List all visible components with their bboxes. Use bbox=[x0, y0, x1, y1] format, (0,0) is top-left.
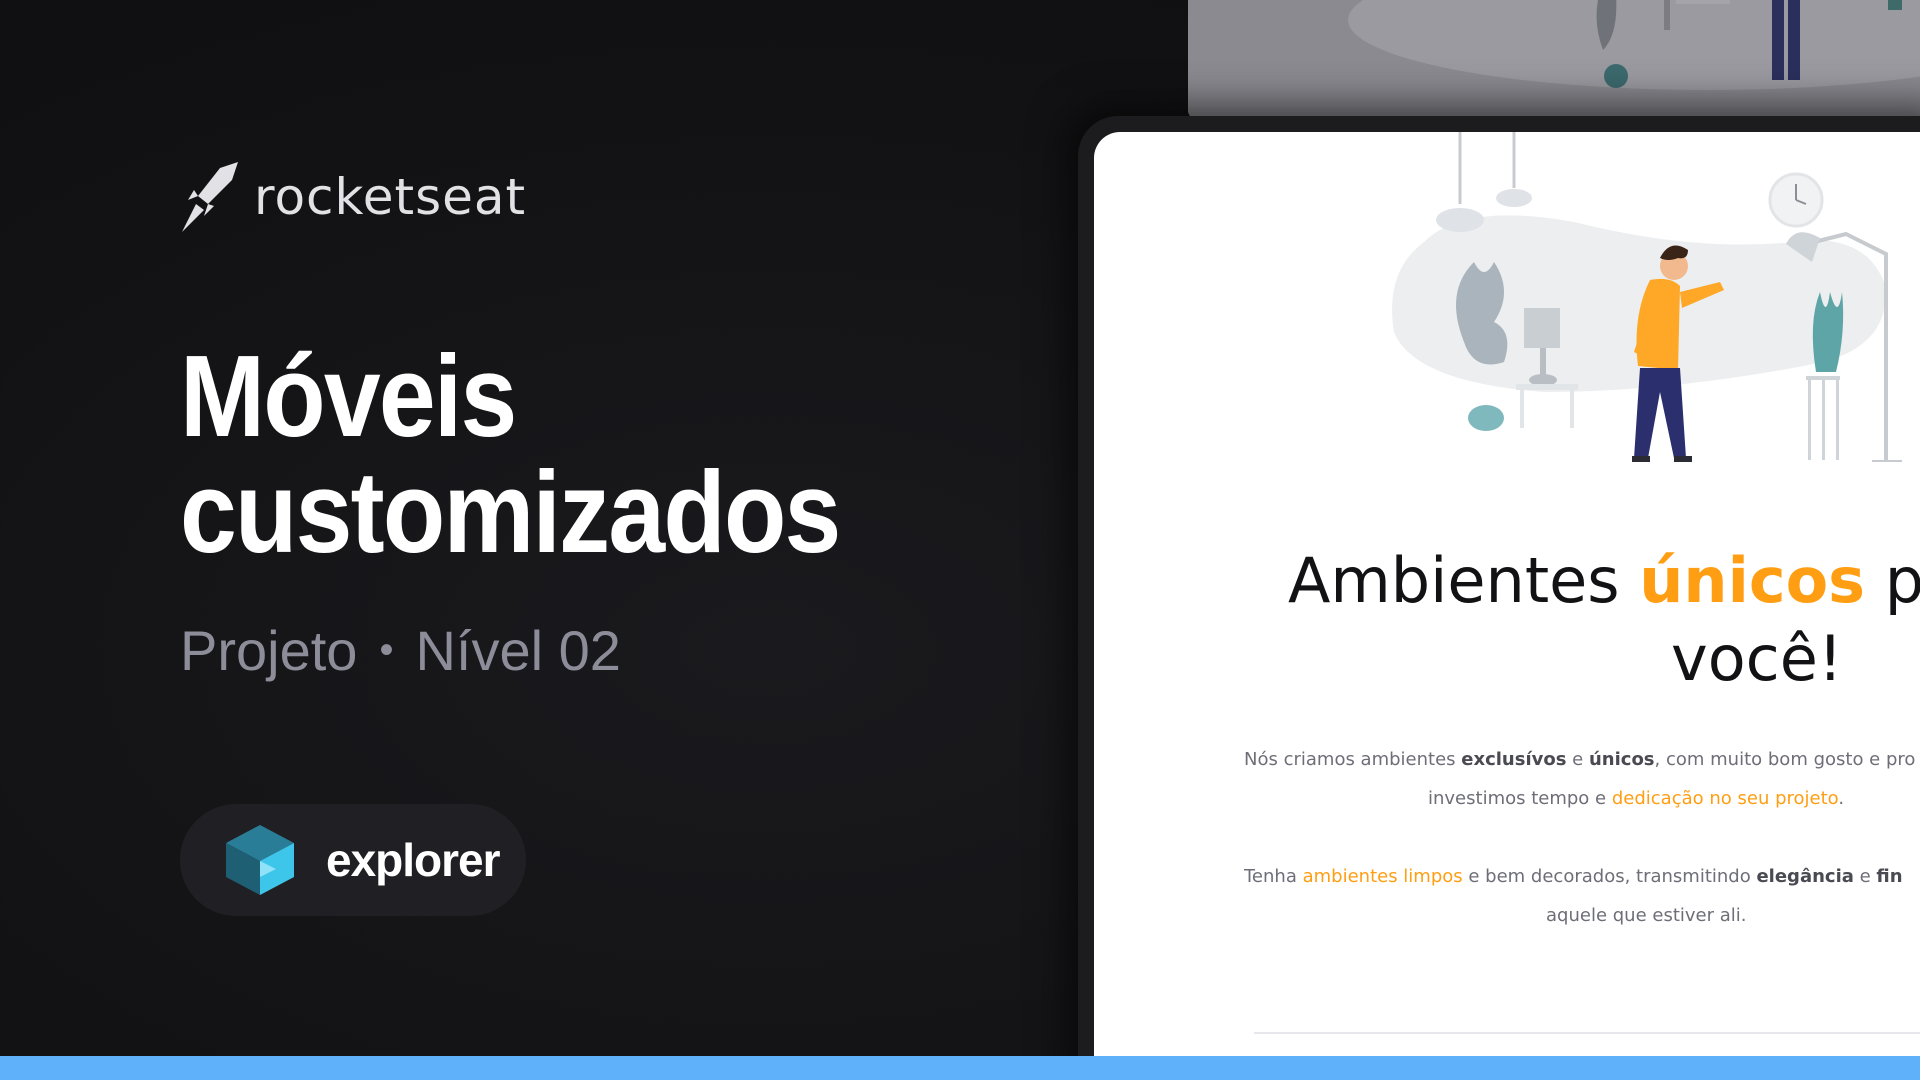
p1-text: . bbox=[1838, 788, 1845, 809]
page-title: Móveis customizados bbox=[180, 331, 841, 577]
p2-line-2: aquele que estiver ali. bbox=[1546, 905, 1747, 926]
p1-text: investimos tempo e bbox=[1428, 788, 1612, 809]
title-line-1: Móveis bbox=[180, 331, 517, 461]
back-illustration bbox=[1188, 0, 1920, 120]
bottom-accent-bar bbox=[0, 1056, 1920, 1080]
subtitle-project: Projeto bbox=[180, 619, 358, 682]
living-room-illustration bbox=[1392, 132, 1902, 462]
p2-highlight: ambientes limpos bbox=[1302, 866, 1463, 887]
headline-line-2: você! bbox=[1671, 622, 1843, 695]
p1-highlight: dedicação no seu projeto bbox=[1611, 788, 1839, 809]
headline-text: Ambientes bbox=[1288, 544, 1640, 617]
preview-screen: Ambientes únicos p você! Nós criamos amb… bbox=[1094, 132, 1920, 1080]
p1-line-2: investimos tempo e dedicação no seu proj… bbox=[1244, 779, 1920, 818]
badge-label: explorer bbox=[326, 834, 501, 886]
p1-text: , com muito bom gosto e pro bbox=[1654, 749, 1916, 770]
p2-text: e bbox=[1853, 866, 1877, 887]
p2-text: e bem decorados, transmitindo bbox=[1462, 866, 1757, 887]
p1-bold-2: únicos bbox=[1588, 749, 1655, 770]
p2-text: Tenha bbox=[1244, 866, 1303, 887]
brand-name: rocketseat bbox=[254, 168, 527, 226]
subtitle-separator: • bbox=[379, 628, 394, 672]
p1-text: e bbox=[1566, 749, 1589, 770]
preview-headline: Ambientes únicos p você! bbox=[1288, 542, 1920, 698]
title-line-2: customizados bbox=[180, 447, 841, 577]
preview-divider bbox=[1254, 1032, 1920, 1034]
explorer-badge: explorer bbox=[180, 804, 526, 916]
project-subtitle: Projeto • Nível 02 bbox=[180, 618, 621, 683]
p2-bold-1: elegância bbox=[1756, 866, 1854, 887]
p1-text: Nós criamos ambientes bbox=[1244, 749, 1462, 770]
headline-accent: únicos bbox=[1639, 544, 1866, 617]
rocket-icon bbox=[182, 162, 238, 232]
brand-logo: rocketseat bbox=[180, 160, 526, 234]
headline-text-cut: p bbox=[1865, 544, 1920, 617]
subtitle-level: Nível 02 bbox=[415, 619, 621, 682]
p1-bold-1: exclusívos bbox=[1461, 749, 1567, 770]
p2-bold-2: fin bbox=[1876, 866, 1903, 887]
preview-back-card bbox=[1188, 0, 1920, 120]
preview-paragraph-2: Tenha ambientes limpos e bem decorados, … bbox=[1244, 857, 1920, 935]
explorer-cube-icon bbox=[226, 825, 294, 895]
preview-paragraph-1: Nós criamos ambientes exclusívos e único… bbox=[1244, 740, 1920, 818]
